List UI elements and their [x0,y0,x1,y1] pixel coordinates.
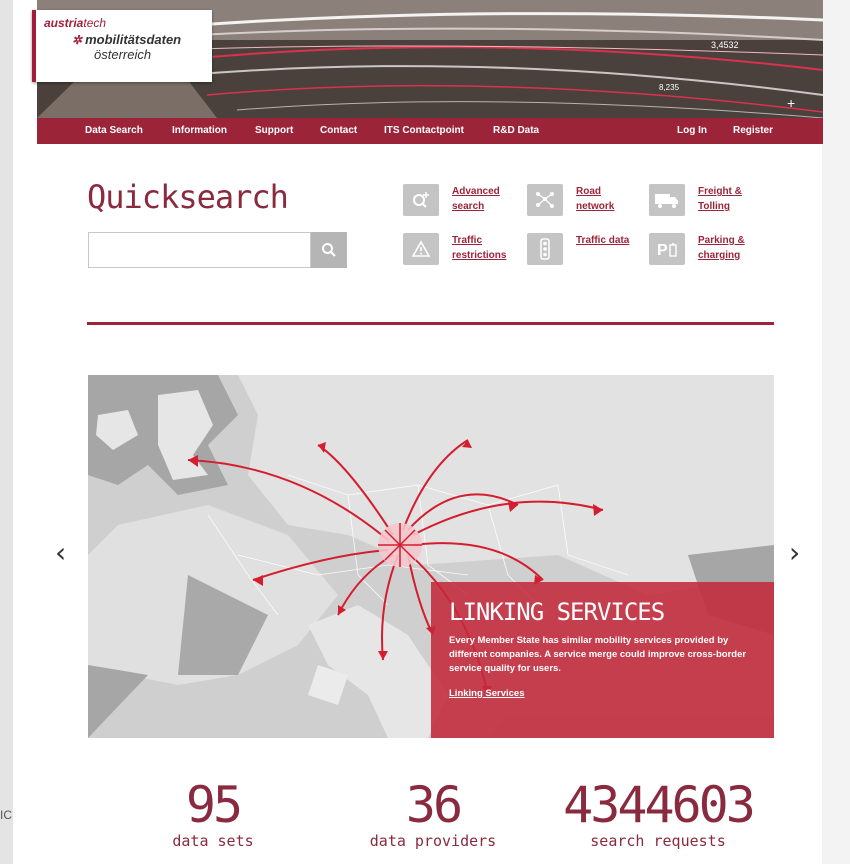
traffic-light-icon [527,233,563,265]
stat-label: data providers [369,832,497,850]
quicklink-traffic-data[interactable]: Traffic data [527,233,640,265]
carousel-title: LINKING SERVICES [449,598,665,626]
quicksearch-input[interactable] [88,232,311,268]
quicklink-traffic-restrictions[interactable]: Traffic restrictions [403,233,516,265]
stat-value: 4344603 [563,776,756,834]
stat-value: 95 [185,776,243,834]
main-nav: Data Search Information Support Contact … [37,118,823,144]
nav-data-search[interactable]: Data Search [85,125,143,136]
svg-text:P: P [657,242,668,259]
quicklink-label[interactable]: Traffic data [576,233,640,248]
stat-data-providers: 36 data providers [363,780,503,850]
nav-information[interactable]: Information [172,125,227,136]
quicklink-parking-charging[interactable]: P Parking & charging [649,233,762,265]
quicklink-label[interactable]: Parking & charging [698,233,762,263]
carousel-caption: LINKING SERVICES Every Member State has … [431,582,774,738]
carousel-link[interactable]: Linking Services [449,688,756,699]
quicklink-label[interactable]: Advanced search [452,184,516,214]
quicklink-label[interactable]: Road network [576,184,640,214]
nav-register[interactable]: Register [733,125,773,136]
carousel-text: Every Member State has similar mobility … [449,635,747,674]
logo-line-3: österreich [94,47,152,62]
stat-search-requests: 4344603 search requests [553,780,763,850]
quicklink-label[interactable]: Freight & Tolling [698,184,762,214]
side-text: IC [0,808,12,822]
logo[interactable]: austriatech ✲ mobilitätsdaten österreich [32,10,212,82]
stat-data-sets: 95 data sets [153,780,273,850]
quicklink-freight-tolling[interactable]: Freight & Tolling [649,184,762,216]
search-icon [322,243,336,257]
nav-rd-data[interactable]: R&D Data [493,125,539,136]
nav-its-contactpoint[interactable]: ITS Contactpoint [384,125,464,136]
warning-icon [403,233,439,265]
stat-label: data sets [172,832,254,850]
quicksearch-button[interactable] [311,232,347,268]
nav-contact[interactable]: Contact [320,125,357,136]
logo-mark-icon: ✲ [72,33,83,47]
network-icon [527,184,563,216]
logo-line-2: ✲ mobilitätsdaten [72,32,182,47]
hero-number-1: 3,4532 [711,40,739,50]
stat-label: search requests [590,832,726,850]
logo-brand: austriatech [44,16,107,30]
page-shadow [822,0,850,864]
search-plus-icon [403,184,439,216]
svg-text:+: + [787,95,795,111]
quicklink-road-network[interactable]: Road network [527,184,640,216]
parking-icon: P [649,233,685,265]
chevron-left-icon[interactable]: ‹ [55,536,66,569]
quicklink-advanced-search[interactable]: Advanced search [403,184,516,216]
section-divider [87,322,774,325]
nav-login[interactable]: Log In [677,125,707,136]
nav-support[interactable]: Support [255,125,293,136]
chevron-right-icon[interactable]: › [789,536,800,569]
page: 3,4532 8,235 + austriatech ✲ mobilitätsda… [13,0,823,864]
truck-icon [649,184,685,216]
quicklink-label[interactable]: Traffic restrictions [452,233,516,263]
quicksearch-title: Quicksearch [87,178,289,216]
hero-number-2: 8,235 [659,83,680,92]
stat-value: 36 [405,776,463,834]
